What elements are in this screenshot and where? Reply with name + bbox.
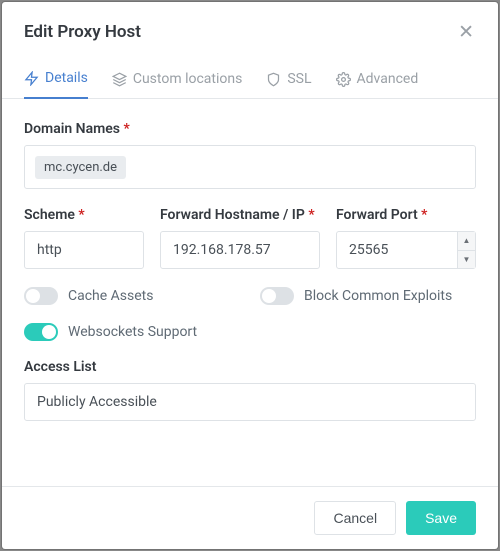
tab-label: Advanced	[357, 71, 419, 87]
scheme-label: Scheme *	[24, 207, 144, 223]
port-spinner: ▲ ▼	[457, 232, 475, 268]
domain-names-input[interactable]: mc.cycen.de	[24, 145, 476, 189]
required-mark: *	[123, 121, 129, 137]
modal-header: Edit Proxy Host ✕	[2, 2, 498, 43]
details-icon	[24, 71, 39, 86]
cache-assets-label: Cache Assets	[68, 288, 153, 304]
block-exploits-label: Block Common Exploits	[304, 288, 452, 304]
hostname-label: Forward Hostname / IP *	[160, 207, 320, 223]
port-step-down[interactable]: ▼	[458, 251, 475, 269]
tab-details[interactable]: Details	[24, 70, 88, 99]
domain-names-label: Domain Names *	[24, 121, 476, 137]
scheme-select[interactable]	[24, 231, 144, 269]
cancel-button[interactable]: Cancel	[314, 501, 396, 535]
modal-title: Edit Proxy Host	[24, 22, 141, 42]
tab-label: Details	[45, 70, 88, 86]
required-mark: *	[308, 207, 314, 223]
scheme-group: Scheme *	[24, 207, 144, 269]
toggle-row-2: Websockets Support	[24, 323, 476, 341]
forward-row: Scheme * Forward Hostname / IP * Forward…	[24, 207, 476, 287]
port-step-up[interactable]: ▲	[458, 232, 475, 251]
close-button[interactable]: ✕	[456, 20, 476, 43]
websockets-label: Websockets Support	[68, 324, 197, 340]
websockets-toggle[interactable]	[24, 323, 58, 341]
hostname-input[interactable]	[160, 231, 320, 269]
domain-names-group: Domain Names * mc.cycen.de	[24, 121, 476, 189]
modal-footer: Cancel Save	[2, 486, 498, 549]
layers-icon	[112, 72, 127, 87]
cache-assets-toggle[interactable]	[24, 287, 58, 305]
toggle-row-1: Cache Assets Block Common Exploits	[24, 287, 476, 305]
cache-assets-toggle-item: Cache Assets	[24, 287, 240, 305]
tab-advanced[interactable]: Advanced	[336, 70, 419, 99]
tab-ssl[interactable]: SSL	[266, 70, 311, 99]
gear-icon	[336, 72, 351, 87]
port-label: Forward Port *	[336, 207, 476, 223]
tab-label: Custom locations	[133, 71, 243, 87]
edit-proxy-host-modal: Edit Proxy Host ✕ Details Custom locatio…	[2, 2, 498, 549]
block-exploits-toggle-item: Block Common Exploits	[260, 287, 476, 305]
websockets-toggle-item: Websockets Support	[24, 323, 476, 341]
access-list-select[interactable]	[24, 383, 476, 421]
block-exploits-toggle[interactable]	[260, 287, 294, 305]
access-list-label: Access List	[24, 359, 476, 375]
tab-custom-locations[interactable]: Custom locations	[112, 70, 243, 99]
hostname-group: Forward Hostname / IP *	[160, 207, 320, 269]
domain-chip[interactable]: mc.cycen.de	[35, 156, 126, 179]
shield-icon	[266, 72, 281, 87]
port-group: Forward Port * ▲ ▼	[336, 207, 476, 269]
modal-body: Domain Names * mc.cycen.de Scheme * Forw…	[2, 99, 498, 486]
port-input[interactable]	[336, 231, 476, 269]
access-list-group: Access List	[24, 359, 476, 421]
tab-bar: Details Custom locations SSL Advanced	[2, 69, 498, 99]
required-mark: *	[78, 207, 84, 223]
save-button[interactable]: Save	[406, 501, 476, 535]
required-mark: *	[421, 207, 427, 223]
close-icon: ✕	[458, 20, 474, 43]
tab-label: SSL	[287, 71, 311, 87]
